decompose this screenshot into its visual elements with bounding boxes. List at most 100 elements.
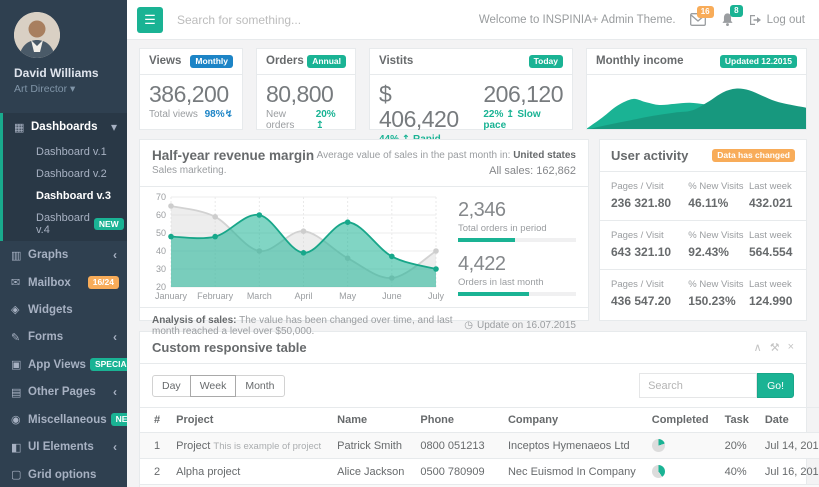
chevron-left-icon: ‹ [113, 385, 119, 399]
table-row[interactable]: 1Project This is example of projectPatri… [140, 433, 819, 459]
mailbox-badge: 16/24 [88, 276, 119, 289]
orders-title: Orders [266, 55, 304, 67]
views-delta: 98%↯ [205, 109, 233, 120]
svg-text:February: February [197, 291, 234, 301]
orders-period-badge: Annual [307, 55, 346, 68]
column-header-completed: Completed [644, 408, 717, 433]
caret-down-icon: ▾ [70, 83, 75, 95]
revenue-summary: Average value of sales in the past month… [317, 148, 576, 180]
top-navbar: ☰ Welcome to INSPINIA+ Admin Theme. 16 [127, 0, 819, 40]
orders-label: New orders [266, 109, 316, 131]
wrench-icon[interactable]: ⚒ [770, 341, 780, 354]
sidebar-item-graphs[interactable]: ▥Graphs‹ [0, 241, 127, 269]
table-toolbar: DayWeekMonth Go! [140, 364, 806, 407]
sidebar-item-app-views[interactable]: ▣App ViewsSPECIAL [0, 351, 127, 378]
user-activity-title: User activity [611, 148, 688, 163]
sidebar-item-other-pages[interactable]: ▤Other Pages‹ [0, 378, 127, 406]
revenue-chart: JanuaryFebruaryMarchAprilMayJuneJuly2030… [146, 191, 444, 303]
widgets-icon: ◈ [11, 303, 28, 316]
range-button-group: DayWeekMonth [152, 375, 285, 397]
views-period-badge: Monthly [190, 55, 233, 68]
svg-text:July: July [428, 291, 444, 301]
go-button[interactable]: Go! [757, 373, 794, 398]
sidebar-subitem-dashboard-v-4[interactable]: Dashboard v.4NEW [3, 207, 127, 241]
user-activity-panel: User activity Data has changed Pages / V… [599, 139, 807, 321]
chevron-left-icon: ‹ [113, 440, 119, 454]
stat-value: 4,422 [458, 253, 576, 276]
level-up-icon: ↥ [506, 109, 514, 120]
orders-delta: 20% ↥ [316, 109, 346, 131]
svg-text:30: 30 [156, 264, 166, 274]
sidebar-subitem-dashboard-v-2[interactable]: Dashboard v.2 [3, 163, 127, 185]
svg-text:June: June [382, 291, 402, 301]
revenue-subtitle: Sales marketing. [152, 165, 314, 176]
sidebar-item-mailbox[interactable]: ✉Mailbox16/24 [0, 269, 127, 296]
svg-text:70: 70 [156, 192, 166, 202]
search-input[interactable] [177, 13, 387, 27]
sidebar-item-miscellaneous[interactable]: ◉MiscellaneousNEW [0, 406, 127, 433]
column-header-date: Date [757, 408, 819, 433]
revenue-title: Half-year revenue margin [152, 148, 314, 163]
sidebar-item-forms[interactable]: ✎Forms‹ [0, 323, 127, 351]
miscellaneous-badge: NEW [111, 413, 127, 426]
dashboards-block: ▦ Dashboards ▾ Dashboard v.1Dashboard v.… [0, 113, 127, 241]
sidebar-item-ui-elements[interactable]: ◧UI Elements‹ [0, 433, 127, 461]
progress-bar [458, 238, 576, 242]
svg-text:20: 20 [156, 282, 166, 292]
sidebar-item-dashboards[interactable]: ▦ Dashboards ▾ [3, 113, 127, 141]
ui-elements-icon: ◧ [11, 441, 28, 454]
logout-button[interactable]: Log out [749, 14, 805, 26]
app-views-badge: SPECIAL [90, 358, 127, 371]
visits-value-1: $ 406,420 [379, 82, 465, 133]
avatar[interactable] [14, 12, 60, 58]
range-button-day[interactable]: Day [152, 375, 191, 397]
svg-text:60: 60 [156, 210, 166, 220]
welcome-text: Welcome to INSPINIA+ Admin Theme. [479, 14, 676, 26]
svg-text:50: 50 [156, 228, 166, 238]
main-area: ☰ Welcome to INSPINIA+ Admin Theme. 16 [127, 0, 819, 487]
svg-text:January: January [155, 291, 188, 301]
sidebar-subitem-dashboard-v-1[interactable]: Dashboard v.1 [3, 141, 127, 163]
collapse-icon[interactable]: ∧ [754, 341, 762, 354]
sidebar-subitem-dashboard-v-3[interactable]: Dashboard v.3 [3, 185, 127, 207]
miscellaneous-icon: ◉ [11, 413, 28, 426]
forms-icon: ✎ [11, 331, 28, 344]
table-search-input[interactable] [639, 373, 757, 398]
income-card: Monthly income Updated 12.2015 [586, 48, 807, 130]
range-button-week[interactable]: Week [190, 375, 237, 397]
sidebar-nav: ▦ Dashboards ▾ Dashboard v.1Dashboard v.… [0, 113, 127, 487]
profile-section: David Williams Art Director ▾ [0, 0, 127, 105]
progress-bar [458, 292, 576, 296]
svg-text:40: 40 [156, 246, 166, 256]
messages-button[interactable]: 16 [690, 13, 706, 26]
completion-pie [652, 465, 665, 478]
notifications-count-badge: 8 [730, 5, 742, 17]
views-title: Views [149, 55, 181, 67]
level-up-icon: ↥ [316, 120, 324, 131]
graphs-icon: ▥ [11, 249, 28, 262]
order-stat: 4,422Orders in last month [458, 253, 576, 296]
menu-toggle-button[interactable]: ☰ [137, 7, 163, 33]
table-panel-title: Custom responsive table [152, 340, 307, 355]
avatar-photo [14, 12, 60, 58]
profile-name: David Williams [14, 66, 115, 80]
range-button-month[interactable]: Month [235, 375, 284, 397]
panel-tools: ∧ ⚒ × [754, 341, 794, 354]
sidebar-item-widgets[interactable]: ◈Widgets [0, 296, 127, 323]
app-views-icon: ▣ [11, 358, 28, 371]
close-icon[interactable]: × [788, 341, 794, 354]
table-row[interactable]: 2Alpha projectAlice Jackson0500 780909Ne… [140, 459, 819, 485]
visits-card: Vistits Today $ 406,420 44% ↥ Rapid pace [369, 48, 573, 130]
update-info: ◷ Update on 16.07.2015 [464, 320, 576, 331]
navbar-right: Welcome to INSPINIA+ Admin Theme. 16 8 [479, 12, 805, 27]
dashboards-icon: ▦ [14, 121, 31, 134]
profile-role-dropdown[interactable]: Art Director ▾ [14, 83, 115, 95]
order-stat: 2,346Total orders in period [458, 199, 576, 242]
svg-text:April: April [294, 291, 312, 301]
sidebar-item-grid-options[interactable]: ▢Grid options [0, 461, 127, 487]
page-content: Views Monthly 386,200 Total views 98%↯ [127, 40, 819, 487]
income-updated-badge: Updated 12.2015 [720, 55, 797, 68]
visits-pace-2: 22% ↥ Slow pace [483, 109, 563, 131]
notifications-button[interactable]: 8 [720, 12, 735, 27]
user-activity-rows: Pages / Visit236 321.80% New Visits46.11… [600, 172, 806, 318]
